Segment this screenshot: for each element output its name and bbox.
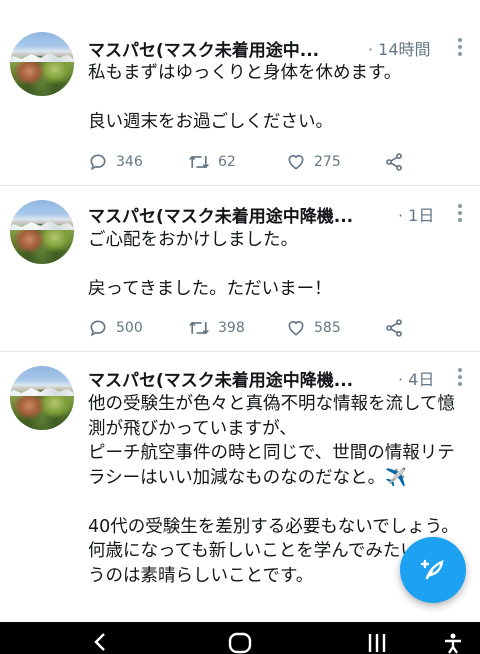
avatar[interactable]: [10, 366, 74, 430]
tweet-actions: 346 62 275: [88, 151, 468, 173]
retweet-button[interactable]: 62: [188, 151, 236, 173]
tweet-item[interactable]: マスパセ(マスク未着用途中降機... · 1日 ご心配をおかけしました。 戻って…: [0, 186, 480, 352]
back-icon[interactable]: [92, 632, 108, 652]
reply-button[interactable]: 346: [88, 151, 143, 173]
share-icon: [386, 319, 402, 337]
share-button[interactable]: [384, 151, 404, 173]
tweet-timestamp[interactable]: · 4日: [398, 366, 434, 390]
reply-count: 500: [116, 320, 143, 336]
compose-button[interactable]: [400, 537, 466, 603]
home-icon[interactable]: [228, 632, 252, 654]
system-navigation-bar: [0, 622, 480, 654]
tweet-item[interactable]: マスパセ(マスク未着用途中... · 14時間 私もまずはゆっくりと身体を休めま…: [0, 18, 480, 186]
reply-count: 346: [116, 154, 143, 170]
accessibility-icon[interactable]: [442, 632, 464, 654]
avatar[interactable]: [10, 200, 74, 264]
compose-feather-icon: [420, 559, 444, 580]
more-vertical-icon[interactable]: [458, 38, 464, 59]
reply-icon: [90, 320, 106, 337]
author-name[interactable]: マスパセ(マスク未着用途中降機...: [88, 366, 353, 391]
tweet-actions: 500 398 585: [88, 317, 468, 339]
retweet-icon: [189, 155, 209, 169]
author-name[interactable]: マスパセ(マスク未着用途中...: [88, 36, 319, 61]
like-count: 275: [314, 154, 341, 170]
retweet-count: 75: [220, 0, 238, 2]
tweet-text: 私もまずはゆっくりと身体を休めます。 良い週末をお過ごしください。: [88, 63, 402, 132]
tweet-text: ご心配をおかけしました。 戻ってきました。ただいまー！: [88, 230, 332, 299]
retweet-count: 398: [218, 320, 245, 336]
avatar[interactable]: [10, 32, 74, 96]
like-count: 182: [336, 0, 363, 2]
share-button[interactable]: [384, 317, 404, 339]
like-button[interactable]: 585: [286, 317, 341, 339]
reply-button[interactable]: 500: [88, 317, 143, 339]
retweet-count: 62: [218, 154, 236, 170]
more-vertical-icon[interactable]: [458, 204, 464, 225]
like-button[interactable]: 275: [286, 151, 341, 173]
retweet-button[interactable]: 398: [188, 317, 245, 339]
more-vertical-icon[interactable]: [458, 368, 464, 389]
heart-icon: [288, 154, 304, 170]
heart-icon: [288, 320, 304, 336]
retweet-icon: [189, 321, 209, 335]
share-icon: [386, 153, 402, 171]
tweet-timestamp[interactable]: · 14時間: [368, 36, 431, 60]
previous-tweet-actions: 75 182: [88, 0, 468, 8]
recent-apps-icon[interactable]: [366, 632, 388, 654]
like-count: 585: [314, 320, 341, 336]
tweet-timestamp[interactable]: · 1日: [398, 202, 434, 226]
reply-icon: [90, 154, 106, 171]
author-name[interactable]: マスパセ(マスク未着用途中降機...: [88, 202, 353, 227]
timeline-feed[interactable]: 75 182 マスパセ(マスク未着用途中... · 14時間 私もまずはゆっくり…: [0, 0, 480, 622]
